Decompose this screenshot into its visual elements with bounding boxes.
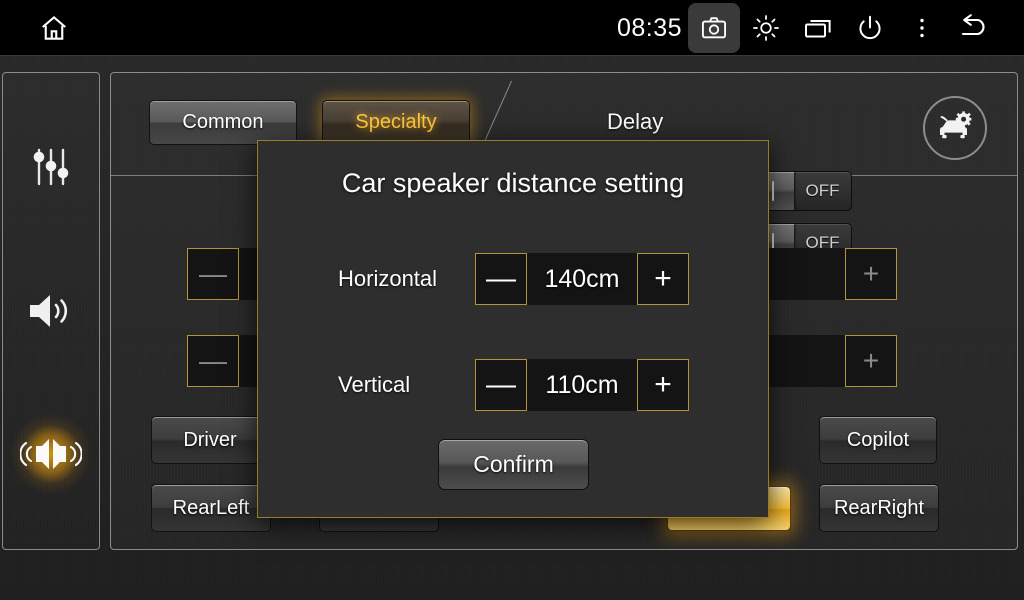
brightness-sun-icon[interactable]	[740, 3, 792, 53]
tab-specialty[interactable]: Specialty	[322, 100, 470, 145]
car-speaker-distance-dialog: Car speaker distance setting Horizontal …	[257, 140, 769, 518]
clock: 08:35	[616, 13, 682, 42]
preset-button-rearright[interactable]: RearRight	[819, 484, 939, 532]
preset-button-rearleft[interactable]: RearLeft	[151, 484, 271, 532]
equalizer-icon	[33, 149, 69, 186]
vertical-label: Vertical	[338, 372, 411, 397]
preset-button-copilot[interactable]: Copilot	[819, 416, 937, 464]
delay-label: Delay	[607, 109, 664, 134]
plus-glyph: +	[654, 368, 672, 401]
horizontal-plus-button[interactable]: +	[637, 253, 689, 305]
sidebar	[2, 72, 100, 550]
back-arrow-icon[interactable]	[948, 3, 1000, 53]
horizontal-value: 140cm	[544, 264, 620, 293]
minus-glyph: —	[199, 345, 227, 376]
overflow-menu-icon[interactable]	[896, 3, 948, 53]
sidebar-item-balance[interactable]	[10, 412, 92, 495]
car-gear-icon	[940, 111, 972, 139]
recent-apps-icon[interactable]	[792, 3, 844, 53]
screenshot-camera-icon[interactable]	[688, 3, 740, 53]
horizontal-minus-button[interactable]: —	[475, 253, 527, 305]
plus-glyph: +	[862, 258, 880, 289]
horizontal-label: Horizontal	[338, 266, 438, 291]
gain-plus-button-2[interactable]: +	[845, 335, 897, 387]
head-unit-screen: 08:35 Common Specialty Delay OFF OFF — +…	[0, 0, 1024, 600]
car-settings-button[interactable]	[923, 96, 987, 160]
preset-button-driver[interactable]: Driver	[151, 416, 269, 464]
confirm-button[interactable]: Confirm	[438, 439, 589, 490]
dialog-title: Car speaker distance setting	[341, 168, 685, 198]
gain-minus-button-1[interactable]: —	[187, 248, 239, 300]
sidebar-item-volume[interactable]	[10, 270, 92, 352]
status-bar: 08:35	[0, 0, 1024, 56]
vertical-plus-button[interactable]: +	[637, 359, 689, 411]
horizontal-distance-row: Horizontal — 140cm +	[258, 253, 768, 305]
power-icon[interactable]	[844, 3, 896, 53]
vertical-minus-button[interactable]: —	[475, 359, 527, 411]
home-button-wrap	[28, 0, 80, 56]
horizontal-stepper[interactable]: — 140cm +	[475, 253, 689, 305]
minus-glyph: —	[486, 368, 516, 401]
minus-glyph: —	[199, 258, 227, 289]
sidebar-item-equalizer[interactable]	[10, 127, 92, 209]
balance-speakers-icon	[20, 438, 82, 469]
gain-minus-button-2[interactable]: —	[187, 335, 239, 387]
toggle-state-label: OFF	[805, 181, 840, 200]
status-right-cluster: 08:35	[617, 0, 1000, 56]
volume-speaker-icon	[30, 294, 68, 327]
home-icon[interactable]	[28, 3, 80, 53]
plus-glyph: +	[862, 345, 880, 376]
tab-common[interactable]: Common	[149, 100, 297, 145]
gain-plus-button-1[interactable]: +	[845, 248, 897, 300]
minus-glyph: —	[486, 262, 516, 295]
plus-glyph: +	[654, 262, 672, 295]
vertical-stepper[interactable]: — 110cm +	[475, 359, 689, 411]
vertical-distance-row: Vertical — 110cm +	[258, 359, 768, 411]
vertical-value: 110cm	[545, 370, 619, 399]
